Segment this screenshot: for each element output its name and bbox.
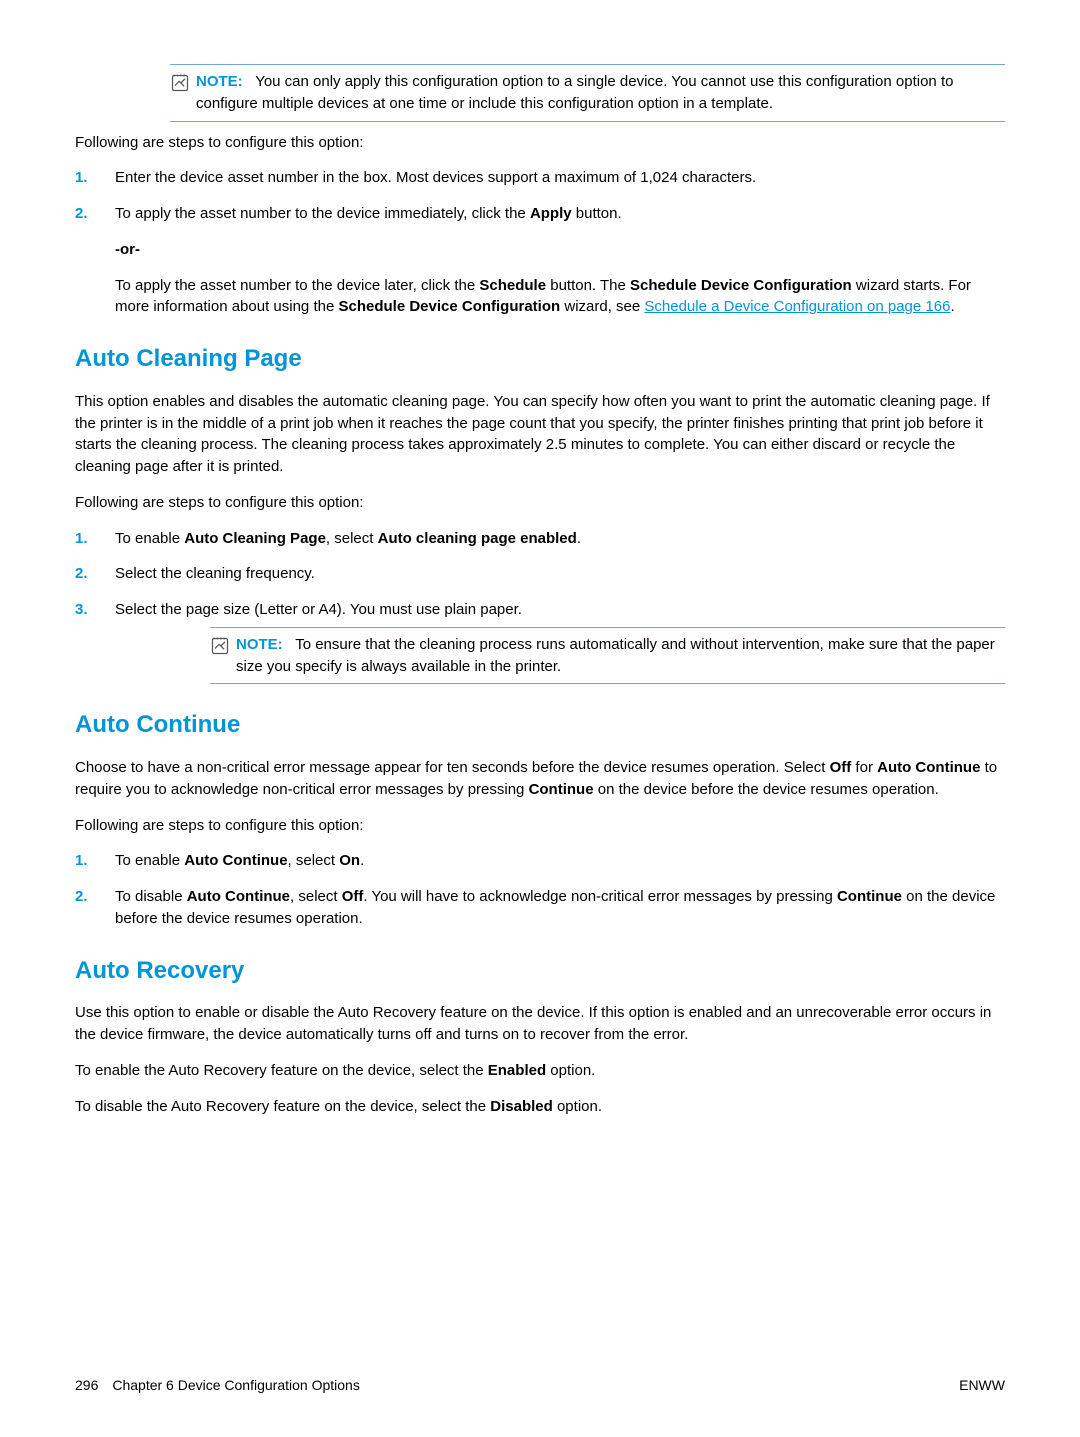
- page-footer: 296 Chapter 6 Device Configuration Optio…: [75, 1375, 1005, 1395]
- step-number: 1.: [75, 850, 115, 872]
- note-text: NOTE: You can only apply this configurat…: [196, 71, 1005, 115]
- step-body: Select the cleaning frequency.: [115, 563, 1005, 585]
- or-text: -or-: [115, 239, 1005, 261]
- intro-text: Following are steps to configure this op…: [75, 815, 1005, 837]
- list-item: 2. To disable Auto Continue, select Off.…: [75, 886, 1005, 930]
- note-box-1: NOTE: You can only apply this configurat…: [170, 64, 1005, 122]
- schedule-link[interactable]: Schedule a Device Configuration on page …: [644, 298, 950, 315]
- step-body: Enter the device asset number in the box…: [115, 167, 1005, 189]
- intro-text: Following are steps to configure this op…: [75, 132, 1005, 154]
- note-body: To ensure that the cleaning process runs…: [236, 636, 995, 675]
- step-number: 2.: [75, 203, 115, 318]
- heading-auto-recovery: Auto Recovery: [75, 954, 1005, 989]
- list-item: 2. To apply the asset number to the devi…: [75, 203, 1005, 318]
- cleaning-intro: This option enables and disables the aut…: [75, 391, 1005, 478]
- step-body: To enable Auto Cleaning Page, select Aut…: [115, 528, 1005, 550]
- intro-text: Following are steps to configure this op…: [75, 492, 1005, 514]
- list-item: 1. To enable Auto Continue, select On.: [75, 850, 1005, 872]
- step-number: 1.: [75, 528, 115, 550]
- step-body: Select the page size (Letter or A4). You…: [115, 599, 1005, 621]
- list-item: 1. Enter the device asset number in the …: [75, 167, 1005, 189]
- note-icon: [170, 73, 190, 100]
- step-number: 2.: [75, 563, 115, 585]
- step-body: To disable Auto Continue, select Off. Yo…: [115, 886, 1005, 930]
- list-item: 3. Select the page size (Letter or A4). …: [75, 599, 1005, 621]
- recovery-disable: To disable the Auto Recovery feature on …: [75, 1096, 1005, 1118]
- footer-right: ENWW: [959, 1375, 1005, 1395]
- note-box-2: NOTE: To ensure that the cleaning proces…: [210, 627, 1005, 685]
- note-label: NOTE:: [196, 73, 243, 90]
- heading-auto-cleaning: Auto Cleaning Page: [75, 342, 1005, 377]
- step-body: To apply the asset number to the device …: [115, 203, 1005, 318]
- note-label: NOTE:: [236, 636, 283, 653]
- note-text: NOTE: To ensure that the cleaning proces…: [236, 634, 1005, 678]
- note-body: You can only apply this configuration op…: [196, 73, 953, 112]
- heading-auto-continue: Auto Continue: [75, 708, 1005, 743]
- page: NOTE: You can only apply this configurat…: [0, 0, 1080, 1437]
- step-body: To enable Auto Continue, select On.: [115, 850, 1005, 872]
- schedule-text: To apply the asset number to the device …: [115, 275, 1005, 319]
- step-number: 1.: [75, 167, 115, 189]
- note-icon: [210, 636, 230, 663]
- step-number: 3.: [75, 599, 115, 621]
- recovery-enable: To enable the Auto Recovery feature on t…: [75, 1060, 1005, 1082]
- continue-intro: Choose to have a non-critical error mess…: [75, 757, 1005, 801]
- chapter-label: Chapter 6 Device Configuration Options: [112, 1375, 359, 1395]
- list-item: 1. To enable Auto Cleaning Page, select …: [75, 528, 1005, 550]
- recovery-intro: Use this option to enable or disable the…: [75, 1002, 1005, 1046]
- step-number: 2.: [75, 886, 115, 930]
- list-item: 2. Select the cleaning frequency.: [75, 563, 1005, 585]
- page-number: 296: [75, 1375, 98, 1395]
